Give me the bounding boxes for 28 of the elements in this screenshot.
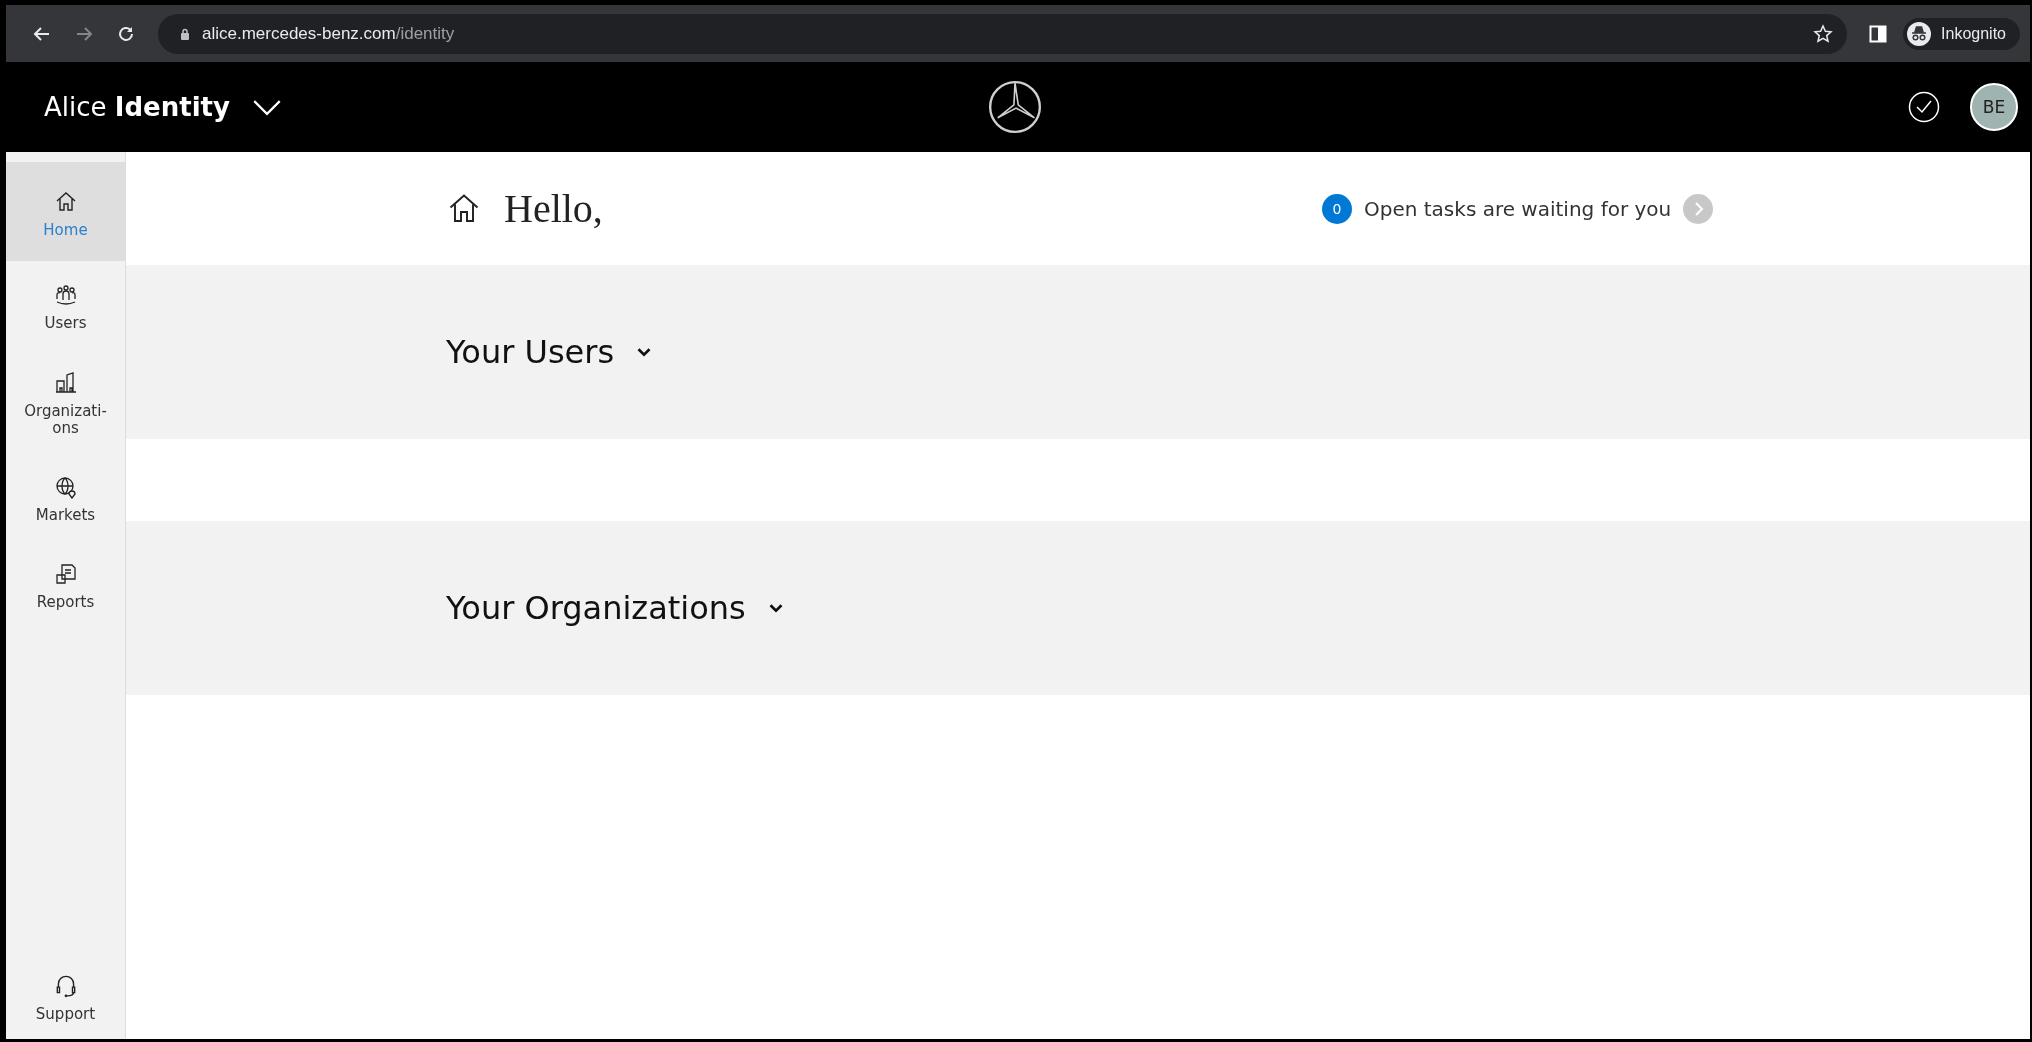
bookmark-star-icon[interactable] [1813,23,1834,44]
chevron-down-icon [767,602,784,614]
app-title: Alice Identity [44,92,230,122]
lock-icon [180,27,190,40]
section-header[interactable]: Your Organizations [446,589,784,627]
chevron-down-icon[interactable] [251,98,282,116]
support-item[interactable]: Support [6,949,125,1039]
globe-pin-icon [53,475,78,499]
users-icon [53,283,78,308]
sidebar-item[interactable]: Markets [6,453,125,541]
url-text: alice.mercedes-benz.com/identity [202,23,456,44]
section-header[interactable]: Your Users [446,333,653,371]
open-tasks-text: Open tasks are waiting for you [1364,196,1672,221]
user-avatar[interactable]: BE [1970,83,2018,131]
incognito-icon [1907,21,1932,46]
checkmark-circle-icon[interactable] [1908,91,1940,123]
report-icon [53,562,78,587]
sidebar-item[interactable]: Organizati- ons [6,348,125,453]
address-bar[interactable]: alice.mercedes-benz.com/identity [158,13,1848,54]
sidebar-item[interactable]: Reports [6,540,125,628]
greeting: Hello, [504,185,603,232]
side-panel-icon[interactable] [1869,24,1888,43]
sidebar-item[interactable]: Users [6,261,125,349]
task-count-badge: 0 [1322,193,1352,224]
chevron-down-icon [636,346,653,358]
building-icon [53,370,78,395]
incognito-button[interactable]: Inkognito [1903,17,2020,50]
star-logo-icon [988,80,1042,134]
